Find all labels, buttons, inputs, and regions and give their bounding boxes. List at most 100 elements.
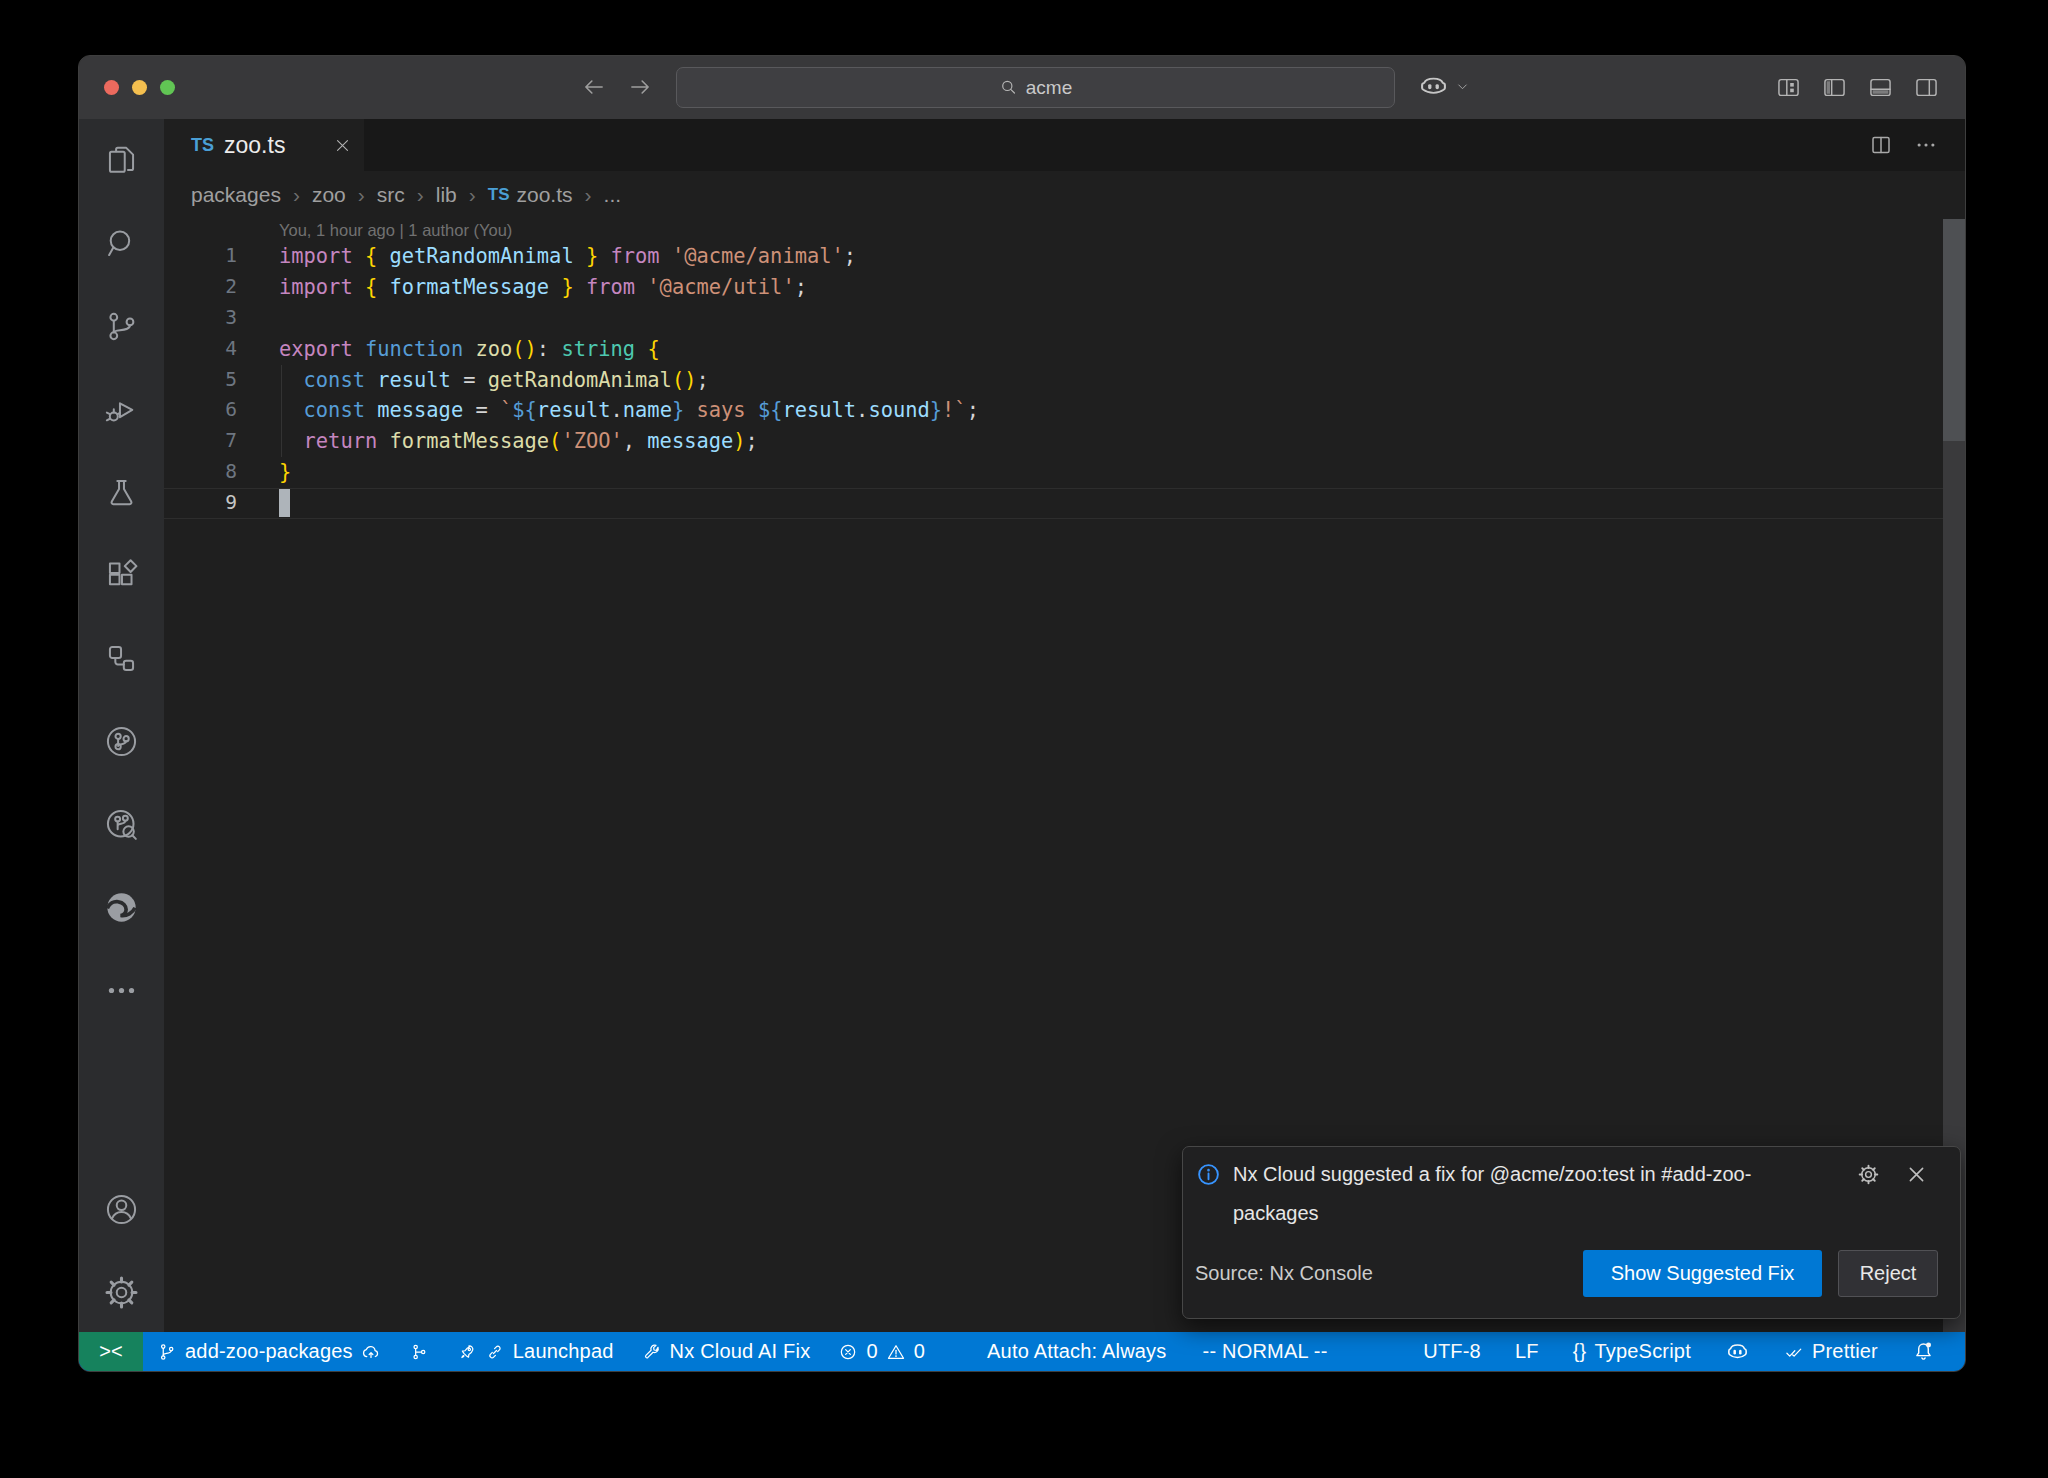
split-editor-icon[interactable] xyxy=(1869,133,1893,157)
warning-icon xyxy=(886,1342,906,1362)
forward-arrow-icon[interactable] xyxy=(627,74,653,100)
extensions-icon[interactable] xyxy=(79,534,164,617)
code-line[interactable]: 9 xyxy=(164,488,1965,519)
code-line[interactable]: 7 return formatMessage('ZOO', message); xyxy=(164,426,1965,457)
code-line[interactable]: 8} xyxy=(164,457,1965,488)
code-line[interactable]: 3 xyxy=(164,303,1965,334)
toggle-secondary-sidebar-button[interactable] xyxy=(1913,74,1940,101)
remote-indicator[interactable]: >< xyxy=(79,1332,143,1371)
line-number: 5 xyxy=(164,365,237,396)
launchpad-status[interactable]: Launchpad xyxy=(443,1332,628,1371)
tab-bar: TS zoo.ts xyxy=(164,119,1965,171)
scrollbar-thumb[interactable] xyxy=(1943,219,1965,441)
cloud-upload-icon xyxy=(361,1342,381,1362)
settings-gear-icon[interactable] xyxy=(79,1251,164,1334)
nx-cloud-fix-label: Nx Cloud AI Fix xyxy=(670,1340,811,1363)
titlebar: acme xyxy=(79,56,1965,119)
code-line[interactable]: 6 const message = `${result.name} says $… xyxy=(164,395,1965,426)
search-view-icon[interactable] xyxy=(79,202,164,285)
line-number: 7 xyxy=(164,426,237,457)
chevron-right-icon: › xyxy=(468,183,477,207)
auto-attach-status[interactable]: Auto Attach: Always xyxy=(973,1332,1180,1371)
code-line[interactable]: 4export function zoo(): string { xyxy=(164,334,1965,365)
explorer-icon[interactable] xyxy=(79,119,164,202)
copilot-menu[interactable] xyxy=(1417,72,1470,100)
indent-guide xyxy=(281,365,282,458)
show-suggested-fix-button[interactable]: Show Suggested Fix xyxy=(1583,1250,1822,1297)
git-branch-status[interactable]: add-zoo-packages xyxy=(143,1332,395,1371)
error-count: 0 xyxy=(866,1340,877,1363)
nx-console-icon[interactable] xyxy=(79,617,164,700)
close-tab-icon[interactable] xyxy=(334,137,351,154)
source-control-icon[interactable] xyxy=(79,285,164,368)
git-graph-status[interactable] xyxy=(395,1332,443,1371)
chevron-right-icon: › xyxy=(292,183,301,207)
tab-label: zoo.ts xyxy=(224,132,285,159)
encoding-status[interactable]: UTF-8 xyxy=(1406,1332,1498,1371)
warning-count: 0 xyxy=(914,1340,925,1363)
copilot-icon xyxy=(1725,1339,1750,1364)
eol-label: LF xyxy=(1515,1340,1539,1363)
minimize-window-button[interactable] xyxy=(132,80,147,95)
git-graph-icon xyxy=(409,1342,429,1362)
line-number: 2 xyxy=(164,272,237,303)
breadcrumb-item[interactable]: zoo xyxy=(312,183,346,207)
command-center-search[interactable]: acme xyxy=(676,67,1395,108)
line-number: 3 xyxy=(164,303,237,334)
prettier-status[interactable]: Prettier xyxy=(1767,1332,1895,1371)
line-number: 8 xyxy=(164,457,237,488)
breadcrumb-item[interactable]: packages xyxy=(191,183,281,207)
nx-cloud-fix-status[interactable]: Nx Cloud AI Fix xyxy=(628,1332,825,1371)
notification-settings-gear-icon[interactable] xyxy=(1857,1163,1880,1186)
vscode-window: acme xyxy=(78,55,1966,1372)
rocket-icon xyxy=(457,1342,477,1362)
notification-toast: Nx Cloud suggested a fix for @acme/zoo:t… xyxy=(1182,1146,1961,1319)
copilot-status[interactable] xyxy=(1708,1332,1767,1371)
breadcrumb-file[interactable]: zoo.ts xyxy=(517,183,573,207)
chevron-right-icon: › xyxy=(357,183,366,207)
code-line[interactable]: 2import { formatMessage } from '@acme/ut… xyxy=(164,272,1965,303)
link-icon xyxy=(485,1342,505,1362)
zoom-window-button[interactable] xyxy=(160,80,175,95)
back-arrow-icon[interactable] xyxy=(581,74,607,100)
chevron-right-icon: › xyxy=(416,183,425,207)
traffic-lights xyxy=(104,80,175,95)
breadcrumb-item[interactable]: src xyxy=(377,183,405,207)
line-number: 6 xyxy=(164,395,237,426)
copilot-icon xyxy=(1417,72,1450,100)
accounts-icon[interactable] xyxy=(79,1168,164,1251)
problems-status[interactable]: 0 0 xyxy=(824,1332,939,1371)
vim-mode-status[interactable]: -- NORMAL -- xyxy=(1189,1332,1342,1371)
notification-source: Source: Nx Console xyxy=(1195,1261,1373,1285)
language-label: TypeScript xyxy=(1594,1340,1690,1363)
braces-icon: {} xyxy=(1573,1340,1587,1363)
breadcrumb-item[interactable]: lib xyxy=(436,183,457,207)
gitlens-icon[interactable] xyxy=(79,700,164,783)
toggle-panel-button[interactable] xyxy=(1867,74,1894,101)
eol-status[interactable]: LF xyxy=(1498,1332,1556,1371)
notification-close-icon[interactable] xyxy=(1906,1164,1927,1185)
notification-message: Nx Cloud suggested a fix for @acme/zoo:t… xyxy=(1233,1155,1798,1233)
code-line[interactable]: 1import { getRandomAnimal } from '@acme/… xyxy=(164,241,1965,272)
close-window-button[interactable] xyxy=(104,80,119,95)
testing-icon[interactable] xyxy=(79,451,164,534)
toggle-primary-sidebar-button[interactable] xyxy=(1821,74,1848,101)
chevron-right-icon: › xyxy=(584,183,593,207)
line-number: 1 xyxy=(164,241,237,272)
customize-layout-button[interactable] xyxy=(1775,74,1802,101)
more-views-icon[interactable] xyxy=(79,949,164,1032)
git-blame-annotation: You, 1 hour ago | 1 author (You) xyxy=(164,219,1965,241)
language-status[interactable]: {} TypeScript xyxy=(1556,1332,1708,1371)
breadcrumb: packages › zoo › src › lib › TS zoo.ts ›… xyxy=(164,171,1965,219)
run-and-debug-icon[interactable] xyxy=(79,368,164,451)
more-actions-icon[interactable] xyxy=(1915,134,1937,156)
code-line[interactable]: 5 const result = getRandomAnimal(); xyxy=(164,365,1965,396)
edge-browser-icon[interactable] xyxy=(79,866,164,949)
reject-button[interactable]: Reject xyxy=(1838,1250,1938,1297)
breadcrumb-more[interactable]: ... xyxy=(604,183,622,207)
tab-zoo-ts[interactable]: TS zoo.ts xyxy=(164,119,364,171)
notifications-bell[interactable] xyxy=(1895,1332,1965,1371)
status-bar: >< add-zoo-packages Launchpad Nx Cloud A… xyxy=(79,1332,1965,1371)
activity-bar xyxy=(79,119,164,1334)
gitlens-inspect-icon[interactable] xyxy=(79,783,164,866)
